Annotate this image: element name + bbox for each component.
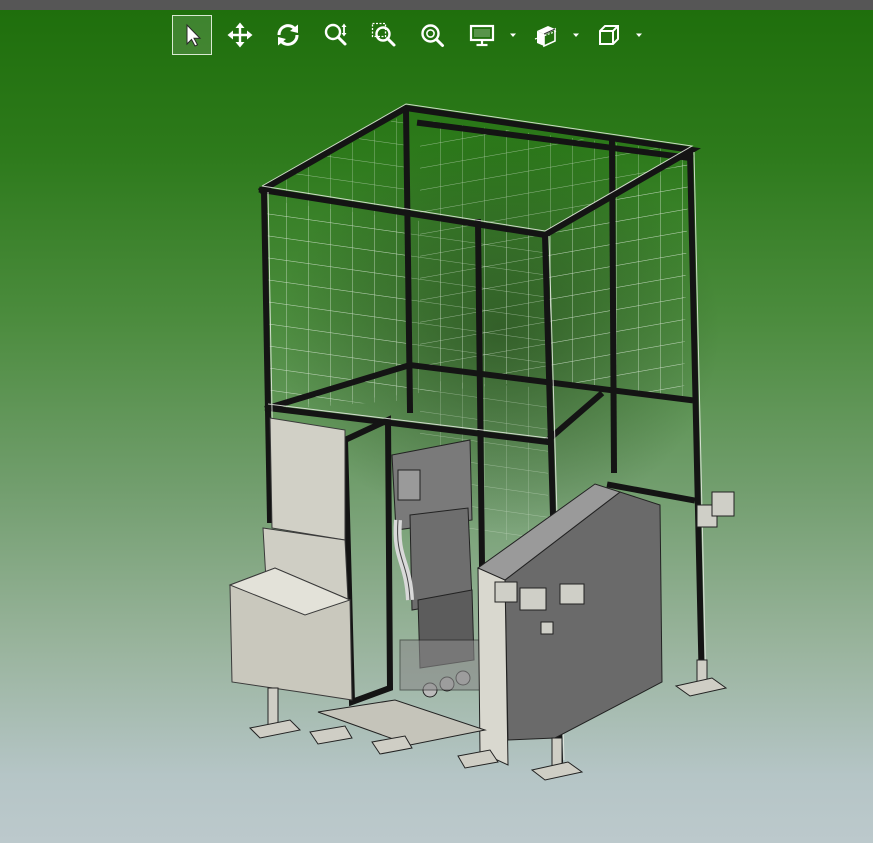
select-tool-button[interactable] [172,15,212,55]
zoom-tool-button[interactable] [316,15,356,55]
pan-tool-button[interactable] [220,15,260,55]
display-mode-dropdown[interactable] [508,31,518,39]
zoom-window-icon [371,22,396,47]
section-view-button[interactable] [526,15,566,55]
rotate-arrows-icon [277,24,299,46]
view-toolbar [0,0,873,70]
zoom-updown-icon [324,23,347,46]
monitor-icon [469,24,495,47]
3d-viewport[interactable] [0,0,873,843]
arrow-pointer-icon [186,23,202,47]
zoom-fit-button[interactable] [412,15,452,55]
rotate-tool-button[interactable] [268,15,308,55]
zoom-window-button[interactable] [364,15,404,55]
view-cube-icon [599,25,619,45]
zoom-fit-icon [421,24,444,47]
inner-machinery [391,439,481,698]
left-panel [269,417,346,541]
machine-enclosure-model[interactable] [0,0,873,843]
section-view-dropdown[interactable] [571,31,581,39]
move-arrows-icon [227,22,253,48]
section-cube-icon [534,26,558,48]
caret-down-icon [510,33,516,37]
standard-views-button[interactable] [589,15,629,55]
caret-down-icon [573,33,579,37]
window-top-strip [0,0,873,10]
standard-views-dropdown[interactable] [634,31,644,39]
caret-down-icon [636,33,642,37]
display-mode-button[interactable] [462,15,502,55]
